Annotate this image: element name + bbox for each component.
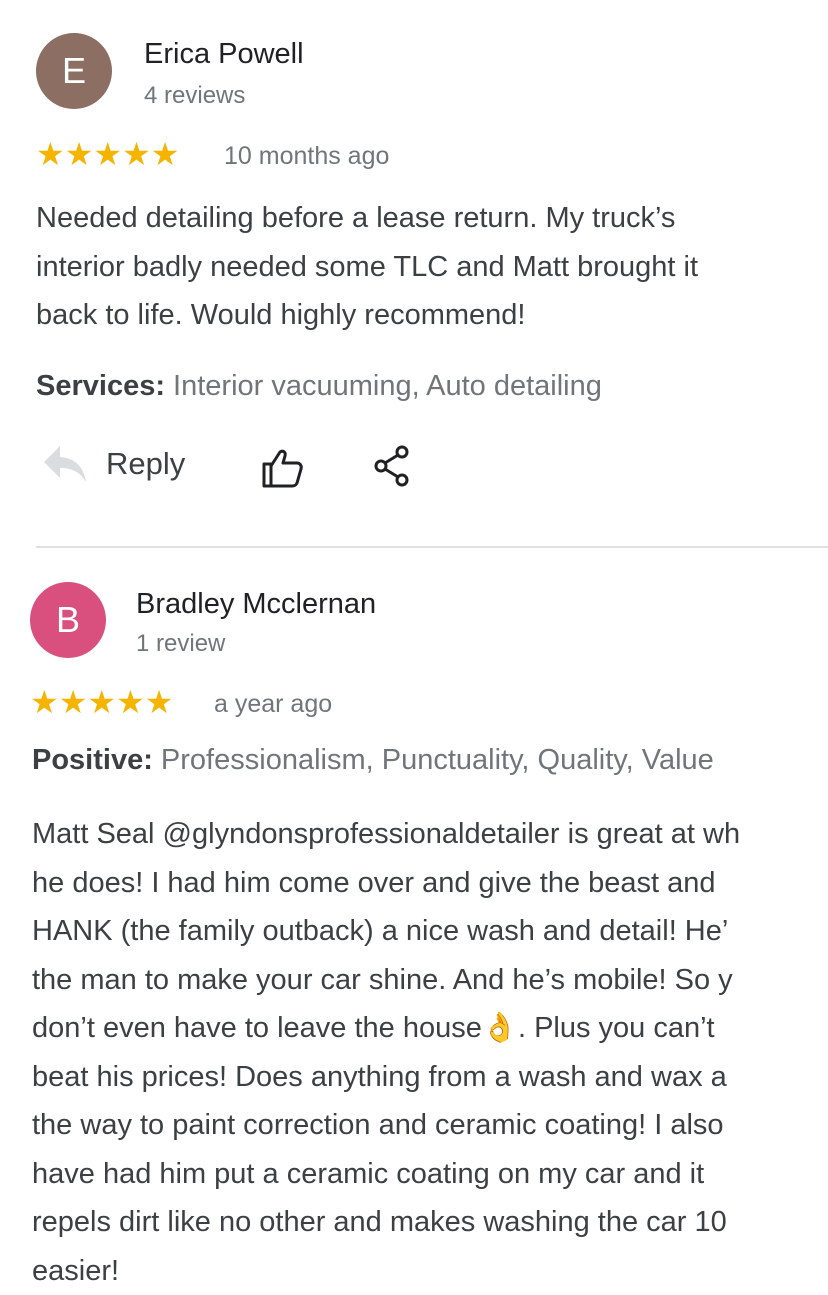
review-text-line: interior badly needed some TLC and Matt … [36,243,698,292]
review-text-line: repels dirt like no other and makes wash… [32,1198,740,1247]
services-label: Services: [36,370,165,402]
review-text-line: Needed detailing before a lease return. … [36,194,698,243]
reviewer-name[interactable]: Bradley Mcclernan [136,588,376,621]
stars-glyphs: ★★★★★ [36,138,179,170]
reply-arrow-icon [42,444,88,484]
review-text: Needed detailing before a lease return. … [36,194,698,340]
review-text-line: HANK (the family outback) a nice wash an… [32,907,740,956]
avatar[interactable]: E [36,33,112,109]
avatar[interactable]: B [30,582,106,658]
review-count: 1 review [136,630,225,658]
avatar-letter: E [62,50,86,92]
like-button[interactable] [260,446,304,495]
share-icon [372,444,414,488]
review-text-line: the man to make your car shine. And he’s… [32,956,740,1005]
positive-label: Positive: [32,744,153,776]
review-text-line: the way to paint correction and ceramic … [32,1101,740,1150]
star-rating: ★★★★★ [36,138,180,170]
review-date: a year ago [214,690,332,719]
review-text: Matt Seal @glyndonsprofessionaldetailer … [32,810,740,1295]
review-text-line: have had him put a ceramic coating on my… [32,1150,740,1199]
services-value: Interior vacuuming, Auto detailing [165,370,602,402]
star-rating: ★★★★★ [30,686,174,718]
review-text-line: beat his prices! Does anything from a wa… [32,1053,740,1102]
services-line: Services: Interior vacuuming, Auto detai… [36,370,602,403]
review-date: 10 months ago [224,142,389,171]
review-text-line: he does! I had him come over and give th… [32,859,740,908]
review-text-line: easier! [32,1247,740,1295]
stars-glyphs: ★★★★★ [30,686,173,718]
avatar-letter: B [56,599,80,641]
review-text-line: don’t even have to leave the house👌. Plu… [32,1004,740,1053]
review-text-line: Matt Seal @glyndonsprofessionaldetailer … [32,810,740,859]
reviewer-name[interactable]: Erica Powell [144,38,304,71]
positive-value: Professionalism, Punctuality, Quality, V… [153,744,714,776]
thumbs-up-icon [260,446,304,490]
reply-label: Reply [106,446,185,482]
share-button[interactable] [372,444,414,493]
review-count: 4 reviews [144,82,245,110]
divider [36,546,828,548]
review-text-line: back to life. Would highly recommend! [36,291,698,340]
reply-button[interactable]: Reply [42,444,185,484]
positive-line: Positive: Professionalism, Punctuality, … [32,744,714,777]
